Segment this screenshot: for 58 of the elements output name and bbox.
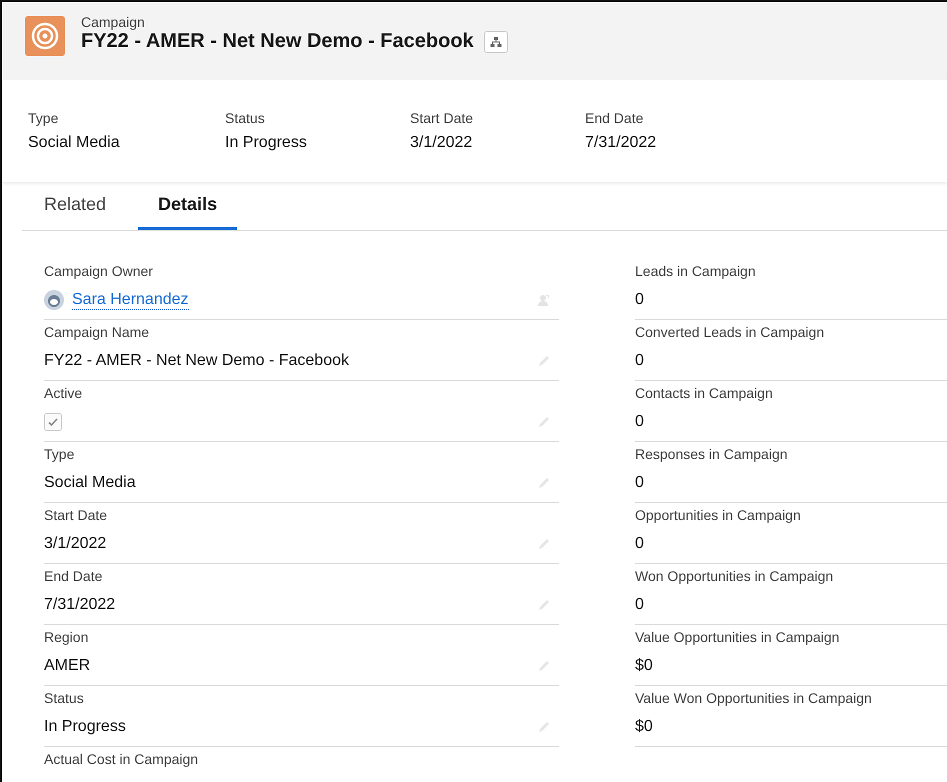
field-label: Converted Leads in Campaign [635, 324, 826, 342]
tab[interactable]: Related [44, 182, 106, 230]
user-link[interactable]: Sara Hernandez [72, 290, 189, 310]
field-label: Campaign Name [44, 324, 150, 342]
highlight-label: Start Date [410, 110, 474, 126]
field-value: AMER [44, 657, 90, 675]
pencil-icon[interactable] [537, 720, 551, 734]
field-value: 7/31/2022 [44, 596, 116, 614]
field-value: $0 [635, 657, 653, 675]
highlight-label: Type [28, 110, 60, 126]
highlight-label: End Date [585, 110, 644, 126]
pencil-icon[interactable] [537, 354, 551, 368]
field-label: Status [44, 690, 85, 708]
field-value: In Progress [44, 718, 126, 736]
pencil-icon[interactable] [537, 598, 551, 612]
field-value: 3/1/2022 [44, 535, 106, 553]
field-label: Contacts in Campaign [635, 385, 774, 403]
field-label: Type [44, 446, 76, 464]
field-label: Leads in Campaign [635, 263, 757, 281]
pencil-icon[interactable] [537, 659, 551, 673]
field-value: $0 [635, 718, 653, 736]
field-label: Active [44, 385, 84, 403]
highlight-label: Status [225, 110, 266, 126]
pencil-icon[interactable] [537, 476, 551, 490]
field-value: 0 [635, 291, 644, 309]
field-value: 0 [635, 352, 644, 370]
field-value: 0 [635, 535, 644, 553]
highlight-value: 7/31/2022 [585, 134, 656, 152]
field-value: 0 [635, 474, 644, 492]
highlight-value: Social Media [28, 134, 121, 152]
target-icon [25, 16, 65, 56]
pencil-icon[interactable] [537, 415, 551, 429]
field-label: Campaign Owner [44, 263, 154, 281]
change-owner-icon[interactable] [537, 293, 551, 307]
field-label: Start Date [44, 507, 108, 525]
field-label: Value Won Opportunities in Campaign [635, 690, 873, 708]
field-value: Social Media [44, 474, 136, 492]
avatar-icon [44, 290, 64, 310]
pencil-icon[interactable] [537, 537, 551, 551]
field-label: Value Opportunities in Campaign [635, 629, 840, 647]
highlight-value: 3/1/2022 [410, 134, 474, 152]
tab[interactable]: Details [138, 182, 238, 230]
field-label: Region [44, 629, 90, 647]
field-value: 0 [635, 413, 644, 431]
field-label: Opportunities in Campaign [635, 507, 802, 525]
check-icon [47, 416, 59, 428]
hierarchy-icon [490, 36, 502, 48]
field-label: End Date [44, 568, 104, 586]
field-value: FY22 - AMER - Net New Demo - Facebook [44, 352, 349, 370]
hierarchy-button[interactable] [484, 30, 508, 52]
field-label: Actual Cost in Campaign [44, 751, 200, 769]
field-label: Responses in Campaign [635, 446, 789, 464]
object-type: Campaign [81, 14, 146, 30]
checkbox[interactable] [44, 413, 62, 431]
highlight-value: In Progress [225, 134, 308, 152]
record-title: FY22 - AMER - Net New Demo - Facebook [81, 30, 474, 53]
field-label: Won Opportunities in Campaign [635, 568, 834, 586]
field-value: 0 [635, 596, 644, 614]
